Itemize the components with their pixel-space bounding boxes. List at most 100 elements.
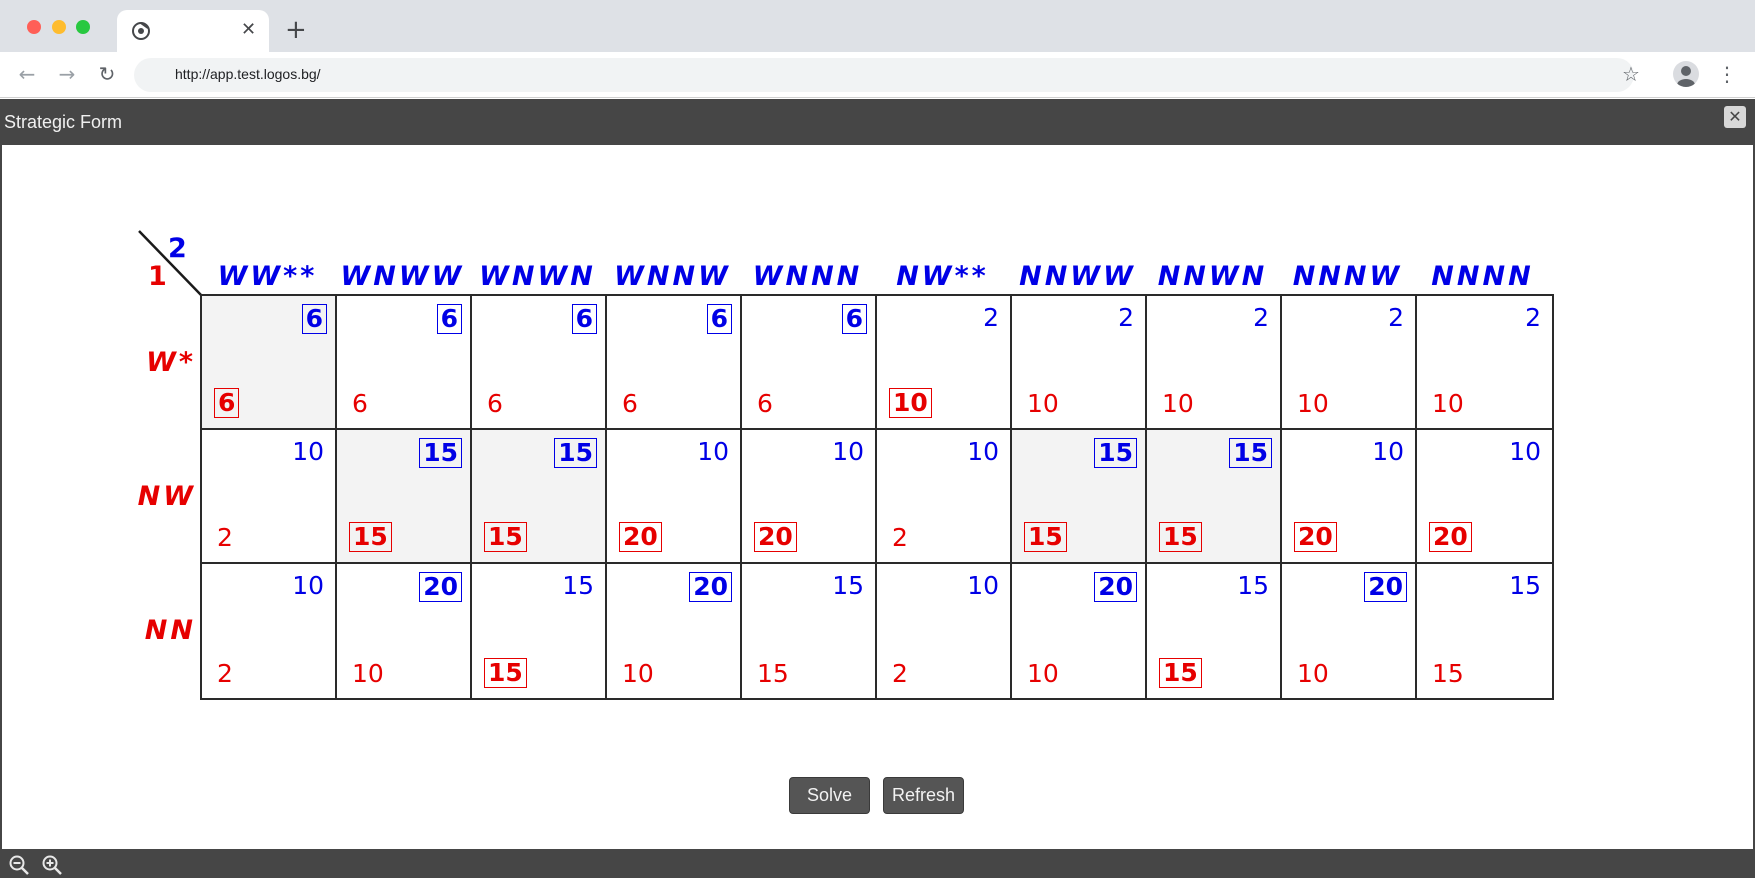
refresh-button[interactable]: Refresh — [883, 777, 964, 814]
zoom-out-icon[interactable] — [8, 854, 30, 876]
window-close-button[interactable] — [27, 20, 41, 34]
payoff-cell[interactable]: 10 20 — [1417, 430, 1552, 564]
player2-payoff: 15 — [562, 571, 594, 600]
payoff-cell[interactable]: 66 — [202, 296, 337, 430]
player1-payoff: 10 — [352, 659, 384, 688]
payoff-cell[interactable]: 66 — [472, 296, 607, 430]
payoff-cell[interactable]: 15 15 — [337, 430, 472, 564]
tab-close-icon[interactable]: ✕ — [241, 19, 256, 41]
payoff-cell[interactable]: 15 15 — [472, 430, 607, 564]
player2-payoff: 6 — [706, 304, 732, 334]
url-text: http://app.test.logos.bg/ — [175, 66, 321, 82]
player1-payoff: 20 — [1429, 522, 1472, 552]
player2-payoff: 15 — [1509, 571, 1541, 600]
payoff-cell[interactable]: 15 15 — [472, 564, 607, 698]
payoff-cell[interactable]: 20 10 — [337, 564, 472, 698]
player2-payoff: 6 — [571, 304, 597, 334]
payoff-cell[interactable]: 10 2 — [202, 430, 337, 564]
payoff-cell[interactable]: 15 15 — [1147, 430, 1282, 564]
payoff-cell[interactable]: 10 2 — [877, 564, 1012, 698]
player2-payoff: 10 — [967, 437, 999, 466]
payoff-cell[interactable]: 2 10 — [1147, 296, 1282, 430]
player2-payoff: 20 — [1364, 572, 1407, 602]
column-header: NNNN — [1431, 261, 1534, 292]
player2-payoff: 2 — [1253, 303, 1269, 332]
row-header: W* — [146, 347, 196, 378]
player2-payoff: 10 — [292, 437, 324, 466]
player1-payoff: 15 — [1159, 658, 1202, 688]
player1-payoff: 15 — [757, 659, 789, 688]
player1-payoff: 10 — [1432, 389, 1464, 418]
player2-payoff: 15 — [419, 438, 462, 468]
payoff-cell[interactable]: 15 15 — [742, 564, 877, 698]
payoff-cell[interactable]: 15 15 — [1147, 564, 1282, 698]
player2-payoff: 2 — [983, 303, 999, 332]
player1-payoff: 2 — [217, 659, 233, 688]
player1-payoff: 6 — [487, 389, 503, 418]
payoff-cell[interactable]: 66 — [742, 296, 877, 430]
payoff-cell[interactable]: 10 20 — [1282, 430, 1417, 564]
window-maximize-button[interactable] — [76, 20, 90, 34]
row-header: NW — [137, 481, 196, 512]
payoff-cell[interactable]: 2 10 — [1012, 296, 1147, 430]
player2-payoff: 2 — [1525, 303, 1541, 332]
browser-tab[interactable]: ✕ — [117, 10, 269, 52]
zoom-in-icon[interactable] — [41, 854, 63, 876]
star-icon[interactable]: ☆ — [1622, 62, 1640, 86]
player1-payoff: 10 — [889, 388, 932, 418]
new-tab-button[interactable]: + — [285, 16, 307, 44]
payoff-matrix: 6 6 6 6 6 6 6 6 6 6 2 10 2 10 2 10 2 10 2 10 10 2 15 15 15 15 10 20… — [200, 294, 1554, 700]
dialog-title-bar: Strategic Form ✕ — [0, 99, 1755, 145]
browser-menu-icon[interactable]: ⋮ — [1717, 60, 1737, 88]
player1-payoff: 2 — [892, 659, 908, 688]
dialog-title: Strategic Form — [4, 112, 123, 132]
dialog-close-button[interactable]: ✕ — [1724, 106, 1746, 128]
payoff-cell[interactable]: 2 10 — [877, 296, 1012, 430]
column-header: WNNW — [614, 261, 731, 292]
player1-payoff: 20 — [754, 522, 797, 552]
payoff-cell[interactable]: 66 — [337, 296, 472, 430]
player2-payoff: 20 — [689, 572, 732, 602]
player2-payoff: 10 — [967, 571, 999, 600]
player2-payoff: 10 — [1372, 437, 1404, 466]
player2-payoff: 6 — [841, 304, 867, 334]
column-header: NW** — [896, 261, 989, 292]
payoff-cell[interactable]: 2 10 — [1417, 296, 1552, 430]
player1-payoff: 15 — [1432, 659, 1464, 688]
player1-payoff: 6 — [214, 388, 240, 418]
payoff-cell[interactable]: 10 20 — [742, 430, 877, 564]
zoom-bar — [0, 849, 1755, 878]
player2-payoff: 10 — [292, 571, 324, 600]
payoff-cell[interactable]: 20 10 — [607, 564, 742, 698]
player2-payoff: 10 — [697, 437, 729, 466]
player2-payoff: 15 — [554, 438, 597, 468]
player1-payoff: 2 — [892, 523, 908, 552]
column-header: NNWN — [1157, 261, 1268, 292]
payoff-cell[interactable]: 15 15 — [1012, 430, 1147, 564]
player1-payoff: 6 — [622, 389, 638, 418]
player1-payoff: 15 — [1024, 522, 1067, 552]
payoff-cell[interactable]: 10 20 — [607, 430, 742, 564]
window-minimize-button[interactable] — [52, 20, 66, 34]
forward-arrow-icon[interactable]: → — [54, 61, 80, 87]
player2-payoff: 10 — [832, 437, 864, 466]
payoff-cell[interactable]: 15 15 — [1417, 564, 1552, 698]
player2-payoff: 6 — [301, 304, 327, 334]
solve-button[interactable]: Solve — [789, 777, 870, 814]
payoff-cell[interactable]: 20 10 — [1012, 564, 1147, 698]
player2-payoff: 2 — [1118, 303, 1134, 332]
player2-payoff: 10 — [1509, 437, 1541, 466]
address-bar[interactable]: http://app.test.logos.bg/ ☆ — [134, 58, 1640, 92]
reload-icon[interactable]: ↻ — [94, 61, 120, 87]
player1-payoff: 2 — [217, 523, 233, 552]
payoff-cell[interactable]: 10 2 — [202, 564, 337, 698]
back-arrow-icon[interactable]: ← — [14, 61, 40, 87]
player1-payoff: 20 — [1294, 522, 1337, 552]
payoff-cell[interactable]: 2 10 — [1282, 296, 1417, 430]
column-header: WW** — [217, 261, 318, 292]
payoff-cell[interactable]: 20 10 — [1282, 564, 1417, 698]
payoff-cell[interactable]: 10 2 — [877, 430, 1012, 564]
payoff-cell[interactable]: 66 — [607, 296, 742, 430]
player1-payoff: 10 — [622, 659, 654, 688]
profile-avatar-icon[interactable] — [1673, 61, 1699, 87]
